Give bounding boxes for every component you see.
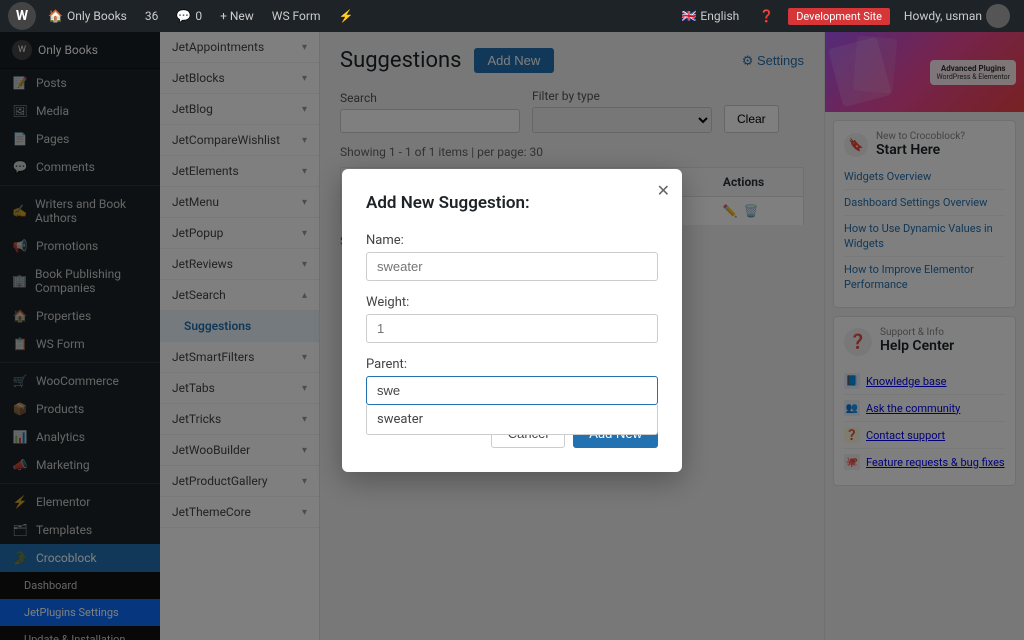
adminbar-right: 🇬🇧 English ❓ Development Site Howdy, usm… [675,4,1016,28]
name-field-row: Name: [366,233,658,281]
weight-field-row: Weight: [366,295,658,343]
avatar [986,4,1010,28]
add-suggestion-modal: ✕ Add New Suggestion: Name: Weight: Pare… [342,169,682,472]
dev-badge[interactable]: Development Site [788,8,890,25]
wsform-button[interactable]: WS Form [266,9,327,23]
user-greeting[interactable]: Howdy, usman [898,4,1016,28]
autocomplete-dropdown: sweater [366,405,658,435]
name-input[interactable] [366,252,658,281]
modal-title: Add New Suggestion: [366,193,658,213]
weight-input[interactable] [366,314,658,343]
autocomplete-item[interactable]: sweater [367,405,657,434]
update-counter[interactable]: 36 [139,9,165,23]
parent-label: Parent: [366,357,658,372]
weight-label: Weight: [366,295,658,310]
new-button[interactable]: + New [214,9,260,23]
crocoblock-icon[interactable]: ⚡ [333,9,360,23]
modal-overlay[interactable]: ✕ Add New Suggestion: Name: Weight: Pare… [0,0,1024,640]
wp-logo[interactable]: W [8,2,36,30]
comment-icon: 💬 [176,9,191,23]
help-icon[interactable]: ❓ [753,9,780,23]
parent-input-wrap: sweater [366,376,658,405]
flag-icon: 🇬🇧 [681,9,696,23]
language-selector[interactable]: 🇬🇧 English [675,9,745,23]
site-name[interactable]: 🏠 Only Books [42,9,133,23]
parent-input[interactable] [366,376,658,405]
name-label: Name: [366,233,658,248]
home-icon: 🏠 [48,9,63,23]
comments-counter[interactable]: 💬 0 [170,9,208,23]
parent-field-row: Parent: sweater [366,357,658,405]
modal-close-button[interactable]: ✕ [657,181,670,201]
admin-bar: W 🏠 Only Books 36 💬 0 + New WS Form ⚡ 🇬🇧… [0,0,1024,32]
